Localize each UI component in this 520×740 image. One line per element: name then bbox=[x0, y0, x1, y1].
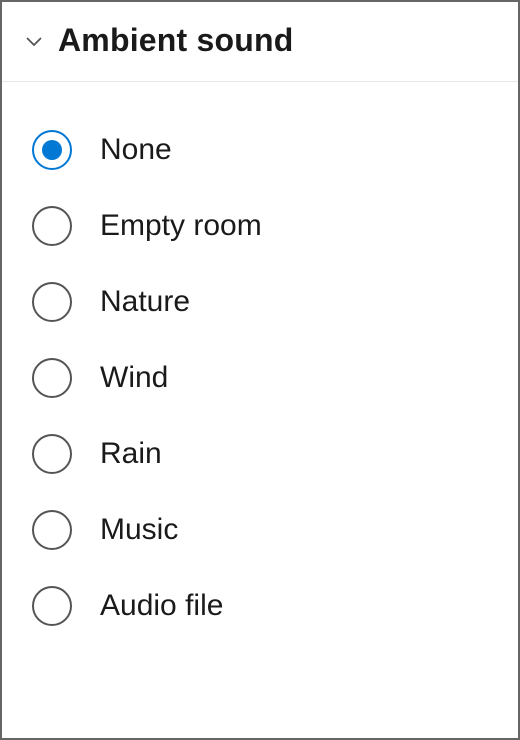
option-label: Nature bbox=[100, 285, 190, 319]
option-label: Empty room bbox=[100, 209, 262, 243]
radio-icon bbox=[32, 358, 72, 398]
option-label: Wind bbox=[100, 361, 168, 395]
option-label: None bbox=[100, 133, 172, 167]
option-label: Rain bbox=[100, 437, 162, 471]
option-wind[interactable]: Wind bbox=[32, 358, 488, 398]
chevron-down-icon bbox=[20, 27, 48, 55]
radio-icon bbox=[32, 130, 72, 170]
radio-icon bbox=[32, 510, 72, 550]
ambient-sound-panel: Ambient sound None Empty room Nature Win… bbox=[0, 0, 520, 740]
radio-icon bbox=[32, 206, 72, 246]
section-title: Ambient sound bbox=[58, 22, 293, 59]
options-list: None Empty room Nature Wind Rain Music A… bbox=[2, 82, 518, 626]
option-none[interactable]: None bbox=[32, 130, 488, 170]
option-music[interactable]: Music bbox=[32, 510, 488, 550]
radio-icon bbox=[32, 282, 72, 322]
option-rain[interactable]: Rain bbox=[32, 434, 488, 474]
option-audio-file[interactable]: Audio file bbox=[32, 586, 488, 626]
radio-icon bbox=[32, 434, 72, 474]
option-empty-room[interactable]: Empty room bbox=[32, 206, 488, 246]
radio-icon bbox=[32, 586, 72, 626]
section-header[interactable]: Ambient sound bbox=[2, 2, 518, 82]
option-label: Music bbox=[100, 513, 178, 547]
option-nature[interactable]: Nature bbox=[32, 282, 488, 322]
option-label: Audio file bbox=[100, 589, 223, 623]
